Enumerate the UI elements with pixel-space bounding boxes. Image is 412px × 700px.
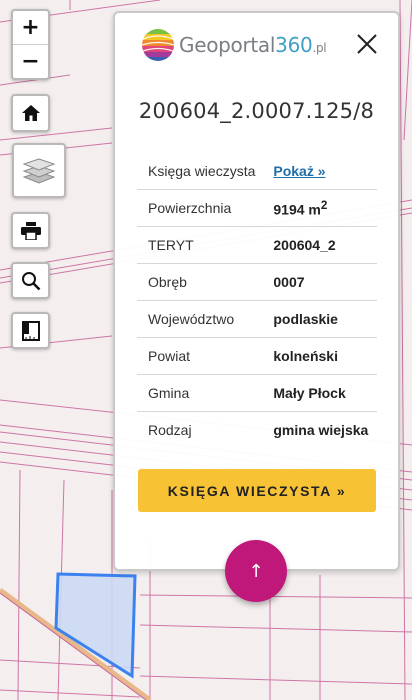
row-label: Województwo — [137, 300, 266, 338]
row-value: kolneński — [265, 337, 377, 375]
row-value: 200604_2 — [265, 226, 377, 264]
measure-button[interactable] — [11, 312, 50, 349]
parcel-title: 200604_2.0007.125/8 — [138, 99, 375, 123]
row-label: Rodzaj — [148, 422, 192, 438]
geoportal-logo[interactable]: Geoportal360.pl — [141, 27, 327, 63]
row-value: Mały Płock — [265, 374, 377, 412]
row-label: Gmina — [137, 374, 266, 412]
home-icon — [21, 105, 40, 121]
home-button[interactable] — [11, 94, 50, 132]
ruler-icon — [21, 320, 40, 341]
table-row: Województwo podlaskie — [137, 300, 377, 338]
logo-tld: .pl — [312, 41, 327, 55]
search-button[interactable] — [11, 262, 50, 299]
row-label: Obręb — [137, 263, 266, 301]
row-label: Powierzchnia — [137, 189, 266, 227]
zoom-control: + − — [11, 9, 50, 80]
row-label: Powiat — [137, 337, 266, 375]
land-register-button[interactable]: KSIĘGA WIECZYSTA » — [138, 469, 376, 512]
row-value: 0007 — [265, 263, 377, 301]
logo-number: 360 — [275, 33, 313, 57]
row-label: Księga wieczysta — [137, 153, 266, 190]
logo-name: Geoportal — [179, 33, 276, 57]
zoom-in-button[interactable]: + — [13, 11, 48, 45]
close-icon[interactable] — [356, 33, 378, 55]
scroll-up-button[interactable]: ↑ — [225, 540, 287, 602]
layers-button[interactable] — [12, 143, 66, 198]
table-row: Obręb 0007 — [137, 263, 377, 301]
parcel-info-panel: Geoportal360.pl 200604_2.0007.125/8 Księ… — [113, 11, 400, 571]
search-icon — [21, 271, 40, 290]
geoportal-globe-icon — [141, 29, 175, 61]
print-button[interactable] — [11, 212, 50, 249]
layers-icon — [22, 157, 56, 184]
printer-icon — [20, 221, 41, 240]
row-value: podlaskie — [265, 300, 377, 338]
land-register-link[interactable]: Pokaż » — [273, 163, 325, 179]
table-row: Gmina Mały Płock — [137, 374, 377, 412]
zoom-out-button[interactable]: − — [13, 45, 48, 78]
row-label: TERYT — [137, 226, 266, 264]
row-value: gmina wiejska — [273, 422, 369, 438]
table-row: Powierzchnia 9194 m2 — [137, 189, 377, 227]
table-row: TERYT 200604_2 — [137, 226, 377, 264]
table-row: Powiat kolneński — [137, 337, 377, 375]
area-unit-exponent: 2 — [320, 198, 328, 212]
parcel-attributes-table: Księga wieczysta Pokaż » Powierzchnia 91… — [137, 153, 377, 448]
table-row: Księga wieczysta Pokaż » — [137, 153, 377, 190]
area-value: 9194 m — [273, 201, 321, 218]
table-row: Rodzaj gmina wiejska — [137, 412, 377, 449]
